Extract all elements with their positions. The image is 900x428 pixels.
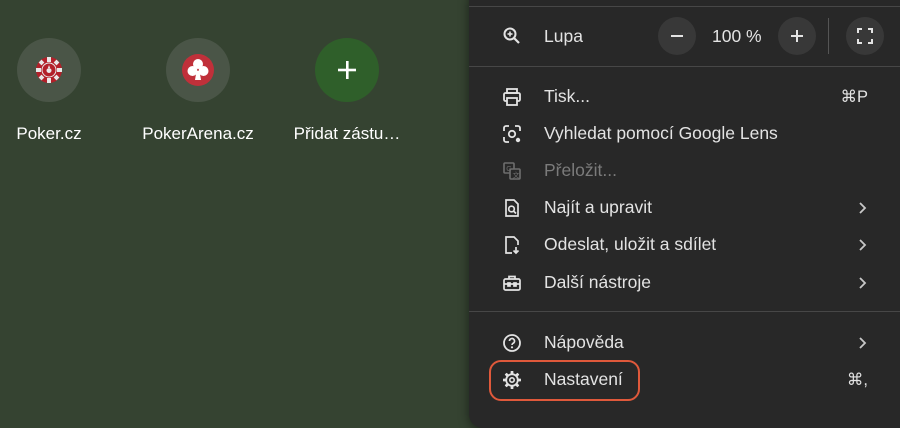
toolbox-icon	[501, 272, 523, 294]
shortcut-label: Poker.cz	[16, 124, 82, 143]
menu-item-find-edit[interactable]: Najít a upravit	[469, 189, 900, 226]
plus-icon	[791, 30, 803, 42]
chevron-right-icon	[859, 201, 867, 214]
menu-item-label: Přeložit...	[544, 160, 617, 180]
zoom-out-button[interactable]	[658, 17, 696, 55]
translate-icon: G 文	[501, 160, 523, 182]
fullscreen-icon	[857, 28, 873, 44]
shortcut-tile	[315, 38, 379, 102]
shortcut-label: Přidat zástu…	[293, 124, 401, 143]
menu-item-label: Nápověda	[544, 332, 624, 352]
zoom-value: 100 %	[712, 26, 762, 46]
settings-highlight-outline	[489, 360, 640, 401]
menu-item-label: Vyhledat pomocí Google Lens	[544, 123, 778, 143]
menu-separator	[469, 6, 900, 7]
shortcut-add[interactable]: Přidat zástu…	[282, 38, 412, 144]
zoom-divider	[828, 18, 829, 54]
shortcut-label: PokerArena.cz	[142, 124, 254, 143]
club-suit-icon	[182, 54, 214, 86]
google-lens-icon	[501, 123, 523, 145]
share-save-icon	[501, 234, 523, 256]
minus-icon	[671, 35, 683, 37]
menu-item-share-save[interactable]: Odeslat, uložit a sdílet	[469, 226, 900, 263]
menu-item-print[interactable]: Tisk... ⌘P	[469, 78, 900, 115]
menu-separator	[469, 311, 900, 312]
shortcut-tile	[17, 38, 81, 102]
menu-item-shortcut: ⌘,	[846, 370, 868, 389]
fullscreen-button[interactable]	[846, 17, 884, 55]
menu-item-label: Tisk...	[544, 86, 591, 106]
chevron-right-icon	[859, 336, 867, 349]
zoom-magnifier-icon	[501, 25, 523, 47]
menu-item-help[interactable]: Nápověda	[469, 324, 900, 361]
zoom-in-button[interactable]	[778, 17, 816, 55]
help-icon	[501, 332, 523, 354]
menu-item-label: Odeslat, uložit a sdílet	[544, 234, 717, 254]
menu-item-google-lens[interactable]: Vyhledat pomocí Google Lens	[469, 115, 900, 152]
chevron-right-icon	[859, 276, 867, 289]
find-edit-icon	[501, 197, 523, 219]
menu-item-translate: G 文 Přeložit...	[469, 152, 900, 189]
menu-item-label: Další nástroje	[544, 272, 651, 292]
poker-chip-icon	[36, 57, 62, 83]
menu-item-shortcut: ⌘P	[840, 87, 868, 106]
svg-text:文: 文	[513, 170, 520, 179]
svg-text:G: G	[506, 166, 511, 173]
menu-item-more-tools[interactable]: Další nástroje	[469, 264, 900, 301]
menu-item-label: Najít a upravit	[544, 197, 652, 217]
print-icon	[501, 86, 523, 108]
menu-separator	[469, 66, 900, 67]
chevron-right-icon	[859, 238, 867, 251]
zoom-label: Lupa	[544, 25, 583, 46]
shortcut-poker-cz[interactable]: Poker.cz	[0, 38, 114, 144]
shortcut-pokerarena-cz[interactable]: PokerArena.cz	[133, 38, 263, 144]
shortcut-tile	[166, 38, 230, 102]
plus-icon	[338, 61, 356, 79]
